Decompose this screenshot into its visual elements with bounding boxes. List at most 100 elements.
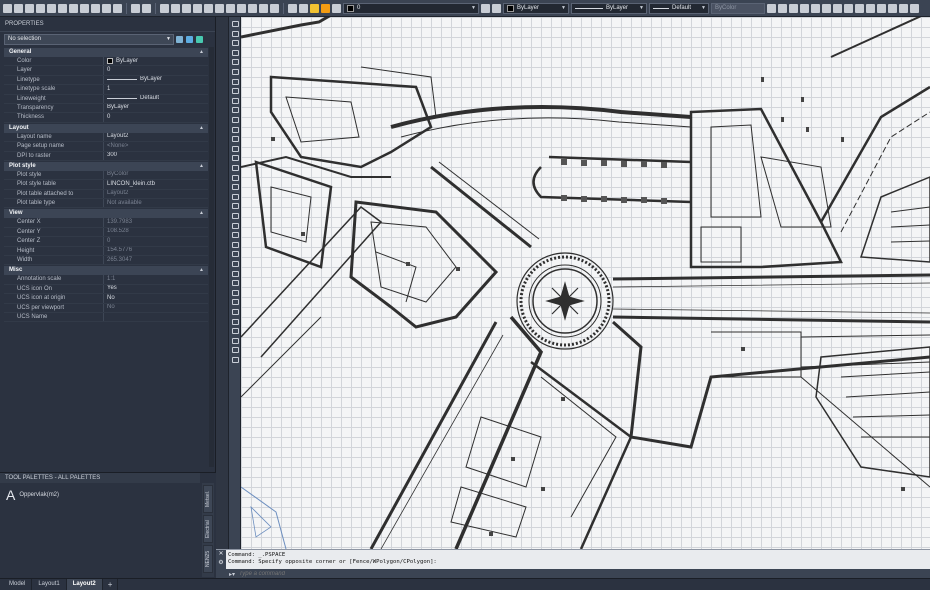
property-value[interactable]: ByLayer — [104, 76, 208, 84]
property-row[interactable]: Center X 139.7983 — [4, 218, 208, 228]
open-file-icon[interactable] — [14, 3, 23, 13]
property-row[interactable]: Center Z0 — [4, 237, 208, 247]
category-misc[interactable]: Misc ▲ — [4, 266, 208, 276]
property-row[interactable]: UCS per viewport No — [4, 303, 208, 313]
property-value[interactable]: 108.528 — [104, 228, 208, 236]
save-icon[interactable] — [25, 3, 34, 13]
properties-icon[interactable] — [204, 3, 213, 13]
properties-scrollbar[interactable] — [209, 47, 214, 467]
property-value[interactable]: 265.3047 — [104, 256, 208, 264]
ellipse-icon[interactable] — [232, 97, 239, 104]
layer-state-icon[interactable] — [299, 3, 308, 13]
make-block-icon[interactable] — [232, 126, 239, 133]
collapse-icon[interactable]: ▲ — [199, 209, 204, 218]
category-view[interactable]: View ▲ — [4, 209, 208, 219]
quick-select-icon[interactable] — [196, 36, 203, 43]
property-row[interactable]: UCS icon On Yes — [4, 284, 208, 295]
property-value[interactable]: 0 — [104, 113, 208, 121]
layer-manager-icon[interactable] — [288, 3, 297, 13]
collapse-icon[interactable]: ▲ — [199, 48, 204, 57]
block-icon[interactable] — [822, 3, 831, 13]
insert-icon[interactable] — [833, 3, 842, 13]
lineweight-dropdown[interactable]: Default ▼ — [649, 2, 709, 14]
property-row[interactable]: Plot table attached to Layout2 — [4, 189, 208, 200]
property-value[interactable]: 0 — [104, 237, 208, 245]
zoom-icon[interactable] — [171, 3, 180, 13]
match-properties-icon[interactable] — [113, 3, 122, 13]
new-file-icon[interactable] — [3, 3, 12, 13]
command-line-handle[interactable]: ✕ ⚙ — [216, 550, 226, 579]
property-row[interactable]: DPI to raster 300 — [4, 151, 208, 161]
property-row[interactable]: Plot style ByColor — [4, 170, 208, 181]
toggle-pickadd-icon[interactable] — [176, 36, 183, 43]
tab-metsel[interactable]: Metsel. — [203, 485, 213, 513]
property-row[interactable]: Plot table type Not available — [4, 199, 208, 209]
layer-lock-icon[interactable] — [332, 3, 341, 13]
plotstyle-dropdown[interactable]: ByColor — [711, 2, 765, 14]
property-row[interactable]: Plot style table LINCON_klein.ctb — [4, 180, 208, 190]
ucs-icon[interactable] — [877, 3, 886, 13]
help-icon[interactable] — [270, 3, 279, 13]
tab-electrial[interactable]: Electrial — [203, 515, 213, 543]
table-icon[interactable] — [232, 174, 239, 181]
selection-dropdown[interactable]: No selection ▼ — [4, 34, 174, 45]
tool-palettes-icon[interactable] — [226, 3, 235, 13]
tool-palette-item[interactable]: A Oppervlak(m2) — [6, 487, 59, 503]
sheet-set-icon[interactable] — [237, 3, 246, 13]
gradient-icon[interactable] — [232, 155, 239, 162]
view-icon[interactable] — [888, 3, 897, 13]
collapse-icon[interactable]: ▲ — [199, 124, 204, 133]
palette-dock-handle[interactable] — [216, 17, 228, 577]
property-value[interactable]: 1 — [104, 85, 208, 93]
trim-icon[interactable] — [232, 289, 239, 296]
property-value[interactable]: <None> — [104, 142, 208, 150]
render-icon[interactable] — [910, 3, 919, 13]
markup-icon[interactable] — [248, 3, 257, 13]
property-row[interactable]: Layer 0 — [4, 66, 208, 76]
layer-on-bulb-icon[interactable] — [310, 3, 319, 13]
property-row[interactable]: Center Y 108.528 — [4, 227, 208, 238]
circle-icon[interactable] — [232, 69, 239, 75]
ellipse-arc-icon[interactable] — [232, 107, 239, 114]
customize-icon[interactable]: ⚙ — [216, 559, 226, 568]
break-icon[interactable] — [232, 309, 239, 315]
property-row[interactable]: Page setup name <None> — [4, 142, 208, 152]
calculator-icon[interactable] — [259, 3, 268, 13]
property-value[interactable]: Layout2 — [104, 133, 208, 141]
text-style-icon[interactable] — [767, 3, 776, 13]
property-value[interactable]: Not available — [104, 199, 208, 207]
drawing-canvas[interactable] — [241, 17, 930, 549]
explode-icon[interactable] — [232, 347, 239, 354]
property-value[interactable] — [104, 313, 208, 321]
rectangle-icon[interactable] — [232, 49, 239, 56]
property-row[interactable]: Thickness 0 — [4, 113, 208, 123]
attribute-icon[interactable] — [844, 3, 853, 13]
command-input[interactable] — [239, 571, 540, 577]
property-row[interactable]: Height 154.5776 — [4, 246, 208, 257]
property-value[interactable]: ByLayer — [104, 104, 208, 112]
polyline-icon[interactable] — [232, 30, 239, 37]
layer-previous-icon[interactable] — [492, 3, 501, 13]
property-value[interactable]: 139.7983 — [104, 218, 208, 226]
property-row[interactable]: Color ByLayer — [4, 57, 208, 67]
region-icon[interactable] — [232, 165, 239, 171]
property-row[interactable]: Width 265.3047 — [4, 256, 208, 266]
tab-layout2[interactable]: Layout2 — [66, 579, 103, 590]
property-row[interactable]: Linetype ByLayer — [4, 75, 208, 86]
property-row[interactable]: UCS Name — [4, 312, 208, 323]
erase-icon[interactable] — [232, 203, 239, 210]
property-row[interactable]: Linetype scale 1 — [4, 85, 208, 95]
recent-commands-icon[interactable]: ▸▾ — [229, 571, 235, 578]
tab-model[interactable]: Model — [3, 579, 33, 590]
table-style-icon[interactable] — [789, 3, 798, 13]
property-row[interactable]: UCS icon at origin No — [4, 294, 208, 304]
property-value[interactable]: ByColor — [104, 171, 208, 179]
multiline-text-icon[interactable] — [232, 184, 239, 191]
spline-icon[interactable] — [232, 88, 239, 95]
text-icon[interactable] — [232, 357, 239, 363]
pan-icon[interactable] — [160, 3, 169, 13]
save-as-icon[interactable] — [36, 3, 45, 13]
property-value[interactable]: No — [104, 294, 208, 302]
undo-icon[interactable] — [131, 3, 140, 13]
hatch-icon[interactable] — [232, 145, 239, 152]
